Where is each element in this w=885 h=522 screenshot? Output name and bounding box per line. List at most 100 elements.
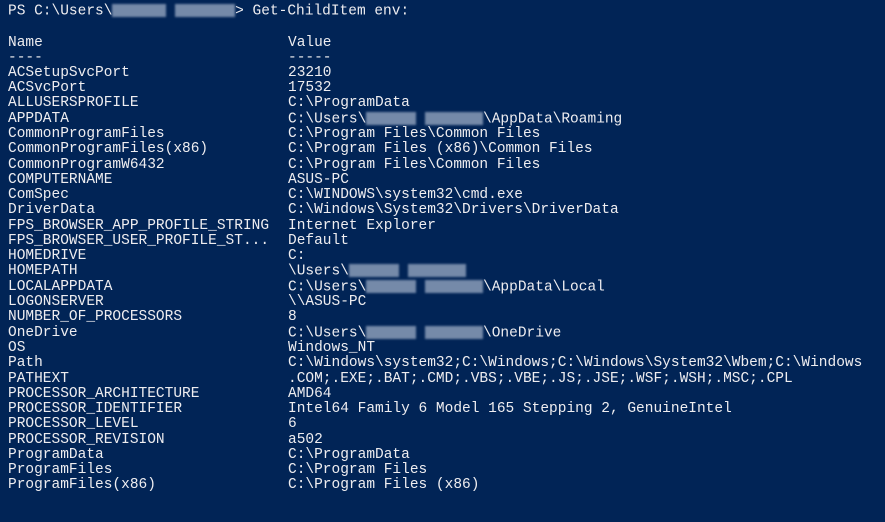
env-var-value: C:\Program Files\Common Files xyxy=(288,127,877,142)
env-var-name: APPDATA xyxy=(8,112,288,128)
env-row: OneDriveC:\Users\ \OneDrive xyxy=(8,326,877,342)
env-var-name: HOMEDRIVE xyxy=(8,249,288,264)
env-var-name: PATHEXT xyxy=(8,372,288,387)
env-var-name: HOMEPATH xyxy=(8,264,288,280)
env-var-value: C: xyxy=(288,249,877,264)
redacted-segment xyxy=(349,264,399,277)
env-var-value: C:\WINDOWS\system32\cmd.exe xyxy=(288,188,877,203)
env-var-value: C:\Program Files\Common Files xyxy=(288,158,877,173)
env-row: LOCALAPPDATAC:\Users\ \AppData\Local xyxy=(8,280,877,296)
env-var-name: LOGONSERVER xyxy=(8,295,288,310)
prompt-line[interactable]: PS C:\Users\ > Get-ChildItem env: xyxy=(8,4,877,20)
env-var-value: 17532 xyxy=(288,81,877,96)
env-var-value: C:\Program Files (x86) xyxy=(288,478,877,493)
env-var-name: ProgramFiles(x86) xyxy=(8,478,288,493)
output-header: Name Value xyxy=(8,36,877,51)
env-var-name: ProgramFiles xyxy=(8,463,288,478)
env-var-value: \Users\ xyxy=(288,264,877,280)
env-var-name: PROCESSOR_IDENTIFIER xyxy=(8,402,288,417)
env-var-value: AMD64 xyxy=(288,387,877,402)
env-var-value: C:\ProgramData xyxy=(288,96,877,111)
divider-name: ---- xyxy=(8,51,288,66)
env-row: NUMBER_OF_PROCESSORS8 xyxy=(8,310,877,325)
env-var-name: DriverData xyxy=(8,203,288,218)
env-row: PATHEXT.COM;.EXE;.BAT;.CMD;.VBS;.VBE;.JS… xyxy=(8,372,877,387)
prompt-prefix: PS C:\Users\ xyxy=(8,3,112,19)
env-row: CommonProgramFiles(x86)C:\Program Files … xyxy=(8,142,877,157)
env-entries: ACSetupSvcPort23210ACSvcPort17532ALLUSER… xyxy=(8,66,877,493)
env-var-name: ComSpec xyxy=(8,188,288,203)
env-row: ACSetupSvcPort23210 xyxy=(8,66,877,81)
env-row: ProgramDataC:\ProgramData xyxy=(8,448,877,463)
env-var-value: Internet Explorer xyxy=(288,219,877,234)
env-row: ProgramFiles(x86)C:\Program Files (x86) xyxy=(8,478,877,493)
redacted-username xyxy=(175,4,235,17)
env-row: OSWindows_NT xyxy=(8,341,877,356)
env-row: PROCESSOR_ARCHITECTUREAMD64 xyxy=(8,387,877,402)
env-var-value: C:\Users\ \AppData\Local xyxy=(288,280,877,296)
env-var-value: C:\Program Files xyxy=(288,463,877,478)
command-text: Get-ChildItem env: xyxy=(253,3,410,19)
redacted-segment xyxy=(366,326,416,339)
env-var-value: 8 xyxy=(288,310,877,325)
env-var-name: CommonProgramFiles(x86) xyxy=(8,142,288,157)
env-var-name: FPS_BROWSER_USER_PROFILE_ST... xyxy=(8,234,288,249)
env-var-value: \\ASUS-PC xyxy=(288,295,877,310)
redacted-segment xyxy=(408,264,466,277)
env-row: HOMEPATH\Users\ xyxy=(8,264,877,280)
env-row: PROCESSOR_IDENTIFIERIntel64 Family 6 Mod… xyxy=(8,402,877,417)
divider-value: ----- xyxy=(288,51,877,66)
env-var-name: ProgramData xyxy=(8,448,288,463)
env-var-value: Intel64 Family 6 Model 165 Stepping 2, G… xyxy=(288,402,877,417)
output-divider: ---- ----- xyxy=(8,51,877,66)
env-row: HOMEDRIVEC: xyxy=(8,249,877,264)
redacted-segment xyxy=(366,280,416,293)
env-var-value: C:\Program Files (x86)\Common Files xyxy=(288,142,877,157)
env-var-value: 6 xyxy=(288,417,877,432)
env-row: ProgramFilesC:\Program Files xyxy=(8,463,877,478)
header-value: Value xyxy=(288,36,877,51)
env-row: PROCESSOR_REVISIONa502 xyxy=(8,433,877,448)
redacted-segment xyxy=(425,280,483,293)
env-row: FPS_BROWSER_USER_PROFILE_ST...Default xyxy=(8,234,877,249)
redacted-segment xyxy=(366,112,416,125)
env-var-value: C:\Users\ \OneDrive xyxy=(288,326,877,342)
prompt-suffix: > xyxy=(235,3,244,19)
env-row: DriverDataC:\Windows\System32\Drivers\Dr… xyxy=(8,203,877,218)
env-row: PathC:\Windows\system32;C:\Windows;C:\Wi… xyxy=(8,356,877,371)
env-var-name: CommonProgramW6432 xyxy=(8,158,288,173)
env-var-value: ASUS-PC xyxy=(288,173,877,188)
env-var-value: Default xyxy=(288,234,877,249)
env-row: CommonProgramFilesC:\Program Files\Commo… xyxy=(8,127,877,142)
env-var-value: C:\Windows\System32\Drivers\DriverData xyxy=(288,203,877,218)
env-var-value: C:\ProgramData xyxy=(288,448,877,463)
redacted-username xyxy=(112,4,166,17)
env-var-name: ACSvcPort xyxy=(8,81,288,96)
env-row: LOGONSERVER\\ASUS-PC xyxy=(8,295,877,310)
header-name: Name xyxy=(8,36,288,51)
env-var-name: PROCESSOR_REVISION xyxy=(8,433,288,448)
env-row: FPS_BROWSER_APP_PROFILE_STRINGInternet E… xyxy=(8,219,877,234)
env-var-name: NUMBER_OF_PROCESSORS xyxy=(8,310,288,325)
env-var-name: ACSetupSvcPort xyxy=(8,66,288,81)
env-row: CommonProgramW6432C:\Program Files\Commo… xyxy=(8,158,877,173)
env-var-name: FPS_BROWSER_APP_PROFILE_STRING xyxy=(8,219,288,234)
env-var-name: PROCESSOR_LEVEL xyxy=(8,417,288,432)
env-var-name: ALLUSERSPROFILE xyxy=(8,96,288,111)
env-row: COMPUTERNAMEASUS-PC xyxy=(8,173,877,188)
env-var-value: .COM;.EXE;.BAT;.CMD;.VBS;.VBE;.JS;.JSE;.… xyxy=(288,372,877,387)
env-var-name: PROCESSOR_ARCHITECTURE xyxy=(8,387,288,402)
env-var-name: CommonProgramFiles xyxy=(8,127,288,142)
env-row: PROCESSOR_LEVEL6 xyxy=(8,417,877,432)
env-var-name: LOCALAPPDATA xyxy=(8,280,288,296)
env-var-value: C:\Windows\system32;C:\Windows;C:\Window… xyxy=(288,356,877,371)
env-var-name: OS xyxy=(8,341,288,356)
env-row: ACSvcPort17532 xyxy=(8,81,877,96)
redacted-segment xyxy=(425,112,483,125)
env-row: ComSpecC:\WINDOWS\system32\cmd.exe xyxy=(8,188,877,203)
env-var-value: a502 xyxy=(288,433,877,448)
env-var-name: COMPUTERNAME xyxy=(8,173,288,188)
env-var-value: 23210 xyxy=(288,66,877,81)
env-row: APPDATAC:\Users\ \AppData\Roaming xyxy=(8,112,877,128)
env-var-name: Path xyxy=(8,356,288,371)
